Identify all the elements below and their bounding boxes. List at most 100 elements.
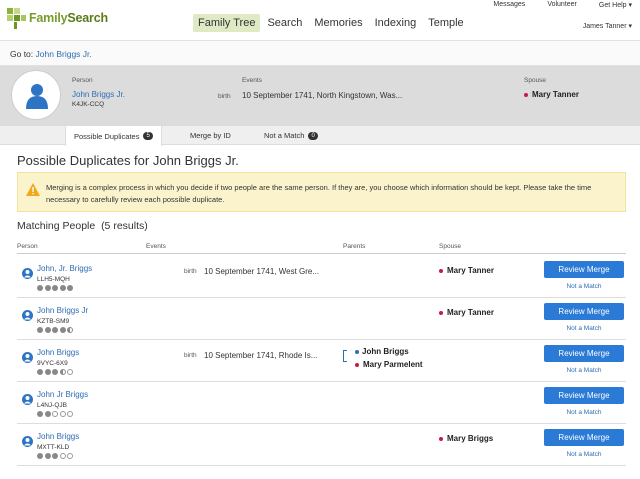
person-icon bbox=[22, 352, 33, 363]
tab-possible-duplicates[interactable]: Possible Duplicates 5 bbox=[65, 126, 162, 146]
quality-dot bbox=[59, 327, 66, 333]
match-id: LLH5-MQH bbox=[37, 276, 70, 283]
quality-dot bbox=[59, 285, 66, 291]
warning-text: Merging is a complex process in which yo… bbox=[46, 183, 592, 204]
not-a-match-link[interactable]: Not a Match bbox=[544, 451, 624, 458]
quality-dot bbox=[59, 453, 66, 459]
record-quality-indicator bbox=[37, 411, 73, 417]
get-help-link[interactable]: Get Help ▾ bbox=[599, 1, 632, 9]
review-merge-button[interactable]: Review Merge bbox=[544, 261, 624, 278]
quality-dot bbox=[44, 411, 51, 417]
quality-dot bbox=[44, 453, 51, 459]
familysearch-logo[interactable]: FamilySearch bbox=[5, 5, 108, 31]
match-event-type: birth bbox=[184, 352, 197, 359]
review-merge-button[interactable]: Review Merge bbox=[544, 303, 624, 320]
user-menu[interactable]: James Tanner ▾ bbox=[583, 22, 632, 30]
messages-link[interactable]: Messages bbox=[493, 1, 525, 9]
mother-name: Mary Parmelent bbox=[355, 360, 423, 369]
tree-logo-icon bbox=[7, 8, 26, 29]
volunteer-link[interactable]: Volunteer bbox=[547, 1, 577, 9]
female-dot-icon bbox=[524, 92, 528, 97]
spouse-name: Mary Tanner bbox=[447, 266, 494, 275]
parent-connector bbox=[343, 350, 347, 362]
quality-dot bbox=[37, 369, 43, 375]
utility-links: Messages Volunteer Get Help ▾ bbox=[471, 1, 632, 9]
nav-indexing[interactable]: Indexing bbox=[370, 14, 422, 32]
nav-family-tree[interactable]: Family Tree bbox=[193, 14, 261, 32]
tab-bar: Possible Duplicates 5 Merge by ID Not a M… bbox=[0, 126, 640, 146]
person-icon bbox=[22, 394, 33, 405]
person-name-link[interactable]: John Briggs Jr. bbox=[72, 90, 125, 99]
col-spouse: Spouse bbox=[439, 243, 462, 250]
top-header: FamilySearch Family Tree Search Memories… bbox=[0, 0, 640, 40]
match-parents: John Briggs Mary Parmelent bbox=[343, 345, 443, 373]
female-dot-icon bbox=[355, 362, 359, 367]
match-name-link[interactable]: John Briggs bbox=[37, 432, 79, 441]
person-label: Person bbox=[72, 77, 93, 84]
goto-bar: Go to: John Briggs Jr. bbox=[0, 40, 640, 66]
female-dot-icon bbox=[439, 436, 443, 441]
match-name-link[interactable]: John Jr Briggs bbox=[37, 390, 88, 399]
review-merge-button[interactable]: Review Merge bbox=[544, 387, 624, 404]
person-icon bbox=[22, 310, 33, 321]
quality-dot bbox=[67, 285, 73, 291]
nav-memories[interactable]: Memories bbox=[309, 14, 367, 32]
quality-dot bbox=[59, 411, 66, 417]
review-merge-button[interactable]: Review Merge bbox=[544, 345, 624, 362]
not-a-match-link[interactable]: Not a Match bbox=[544, 283, 624, 290]
male-dot-icon bbox=[355, 349, 359, 354]
record-quality-indicator bbox=[37, 453, 73, 459]
event-type: birth bbox=[218, 93, 231, 100]
goto-person-link[interactable]: John Briggs Jr. bbox=[36, 49, 92, 59]
quality-dot bbox=[52, 453, 58, 459]
not-a-match-link[interactable]: Not a Match bbox=[544, 409, 624, 416]
match-id: MXTT-KLD bbox=[37, 444, 70, 451]
record-quality-indicator bbox=[37, 369, 73, 375]
record-quality-indicator bbox=[37, 327, 73, 333]
table-row: John, Jr. Briggs LLH5-MQH birth 10 Septembe… bbox=[17, 256, 626, 298]
table-row: John Jr Briggs L4NJ-QJB Review Merge Not a … bbox=[17, 382, 626, 424]
quality-dot bbox=[44, 285, 51, 291]
goto-label: Go to: bbox=[10, 49, 34, 59]
tab-not-a-match[interactable]: Not a Match 0 bbox=[256, 126, 326, 145]
match-name-link[interactable]: John, Jr. Briggs bbox=[37, 264, 92, 273]
table-row: John Briggs MXTT-KLD Mary Briggs Review Mer… bbox=[17, 424, 626, 466]
col-parents: Parents bbox=[343, 243, 366, 250]
not-a-match-link[interactable]: Not a Match bbox=[544, 325, 624, 332]
events-label: Events bbox=[242, 77, 262, 84]
female-dot-icon bbox=[439, 268, 443, 273]
match-name-link[interactable]: John Briggs bbox=[37, 348, 79, 357]
match-id: KZTB-SM9 bbox=[37, 318, 70, 325]
quality-dot bbox=[44, 369, 51, 375]
event-value: 10 September 1741, North Kingstown, Was.… bbox=[242, 91, 403, 100]
match-event-value: 10 September 1741, West Gre... bbox=[204, 267, 320, 276]
match-parents bbox=[343, 387, 443, 415]
tab-merge-by-id[interactable]: Merge by ID bbox=[182, 126, 239, 145]
person-icon bbox=[22, 436, 33, 447]
match-name-link[interactable]: John Briggs Jr bbox=[37, 306, 88, 315]
match-event-type: birth bbox=[184, 268, 197, 275]
warning-icon bbox=[26, 183, 40, 196]
nav-temple[interactable]: Temple bbox=[423, 14, 468, 32]
person-avatar bbox=[11, 70, 61, 120]
match-id: 9VYC-6X9 bbox=[37, 360, 68, 367]
table-row: John Briggs 9VYC-6X9 birth 10 September 174… bbox=[17, 340, 626, 382]
spouse-name: Mary Tanner bbox=[447, 308, 494, 317]
table-row: John Briggs Jr KZTB-SM9 Mary Tanner Review … bbox=[17, 298, 626, 340]
match-parents bbox=[343, 261, 443, 289]
not-a-match-link[interactable]: Not a Match bbox=[544, 367, 624, 374]
person-summary-card: Person John Briggs Jr. K4JK-CCQ Events b… bbox=[0, 66, 640, 126]
main-nav: Family Tree Search Memories Indexing Tem… bbox=[193, 14, 471, 32]
quality-dot bbox=[37, 285, 43, 291]
matching-people-heading: Matching People (5 results) bbox=[17, 220, 148, 232]
nav-search[interactable]: Search bbox=[262, 14, 307, 32]
results-count: (5 results) bbox=[101, 220, 148, 232]
quality-dot bbox=[37, 327, 43, 333]
col-events: Events bbox=[146, 243, 166, 250]
page-title: Possible Duplicates for John Briggs Jr. bbox=[17, 153, 239, 168]
quality-dot bbox=[44, 327, 51, 333]
not-match-count-badge: 0 bbox=[308, 131, 318, 140]
review-merge-button[interactable]: Review Merge bbox=[544, 429, 624, 446]
quality-dot bbox=[52, 369, 58, 375]
person-icon bbox=[22, 268, 33, 279]
